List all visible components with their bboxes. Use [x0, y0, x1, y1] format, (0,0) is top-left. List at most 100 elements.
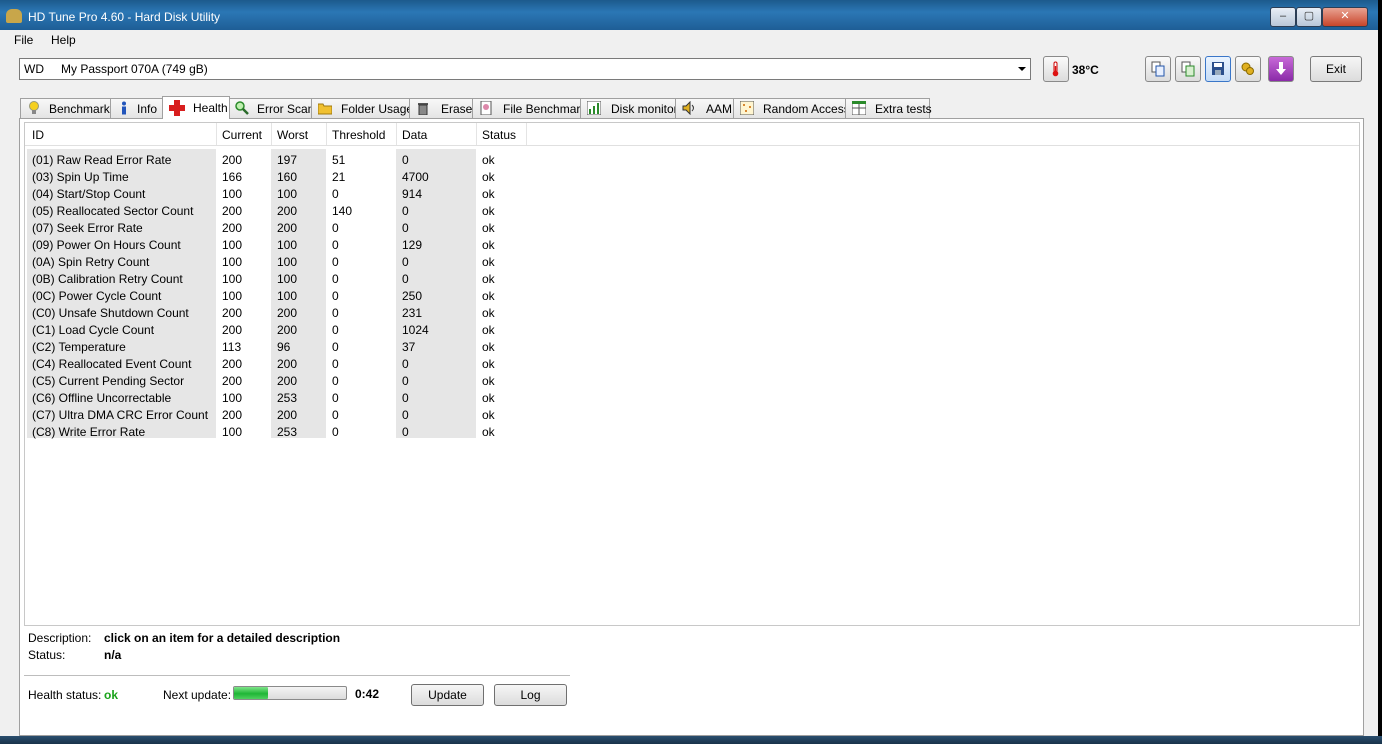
cell-status: ok: [482, 374, 495, 388]
menu-help[interactable]: Help: [51, 33, 76, 47]
table-row[interactable]: (05) Reallocated Sector Count 200 200 140 0 o…: [25, 202, 525, 219]
cell-data: 914: [402, 187, 423, 201]
drive-model: My Passport 070A (749 gB): [61, 62, 208, 76]
cell-current: 200: [222, 153, 243, 167]
tab-label: Health: [193, 101, 228, 115]
col-header-worst[interactable]: Worst: [277, 128, 308, 142]
cell-threshold: 51: [332, 153, 346, 167]
table-row[interactable]: (0A) Spin Retry Count 100 100 0 0 ok: [25, 253, 525, 270]
close-button[interactable]: ✕: [1322, 7, 1368, 27]
cell-current: 100: [222, 255, 243, 269]
table-row[interactable]: (C2) Temperature 113 96 0 37 ok: [25, 338, 525, 355]
tab-label: Error Scan: [257, 102, 315, 116]
save-button[interactable]: [1205, 56, 1231, 82]
cell-status: ok: [482, 255, 495, 269]
col-header-status[interactable]: Status: [482, 128, 516, 142]
tab-erase[interactable]: Erase: [409, 98, 474, 118]
cell-data: 0: [402, 408, 409, 422]
cell-id: (C5) Current Pending Sector: [32, 374, 185, 388]
tab-error-scan[interactable]: Error Scan: [228, 98, 315, 118]
options-button[interactable]: [1235, 56, 1261, 82]
cell-threshold: 0: [332, 425, 339, 439]
tab-aam[interactable]: AAM: [675, 98, 735, 118]
cell-current: 200: [222, 374, 243, 388]
cell-threshold: 0: [332, 306, 339, 320]
cell-id: (04) Start/Stop Count: [32, 187, 146, 201]
cell-worst: 200: [277, 374, 298, 388]
cell-id: (01) Raw Read Error Rate: [32, 153, 172, 167]
cell-id: (C4) Reallocated Event Count: [32, 357, 192, 371]
cell-data: 0: [402, 221, 409, 235]
tab-file-benchmark[interactable]: File Benchmark: [472, 98, 586, 118]
drive-select[interactable]: WD My Passport 070A (749 gB): [19, 58, 1031, 80]
cell-status: ok: [482, 170, 495, 184]
table-row[interactable]: (0C) Power Cycle Count 100 100 0 250 ok: [25, 287, 525, 304]
random-dots-icon: [739, 100, 755, 116]
log-button[interactable]: Log: [494, 684, 567, 706]
health-status-value: ok: [104, 688, 119, 702]
tab-extra-tests[interactable]: Extra tests: [845, 98, 932, 118]
exit-button[interactable]: Exit: [1310, 56, 1362, 82]
cell-worst: 197: [277, 153, 298, 167]
tab-label: Extra tests: [875, 102, 932, 116]
tab-label: Folder Usage: [341, 102, 414, 116]
copy-screenshot-button[interactable]: [1175, 56, 1201, 82]
menu-file[interactable]: File: [14, 33, 33, 47]
title-bar[interactable]: HD Tune Pro 4.60 - Hard Disk Utility – ▢…: [0, 0, 1378, 30]
chevron-down-icon: [1018, 67, 1026, 71]
tab-health[interactable]: Health: [162, 96, 230, 119]
table-row[interactable]: (07) Seek Error Rate 200 200 0 0 ok: [25, 219, 525, 236]
chart-icon: [586, 100, 602, 116]
table-row[interactable]: (03) Spin Up Time 166 160 21 4700 ok: [25, 168, 525, 185]
tab-disk-monitor[interactable]: Disk monitor: [580, 98, 678, 118]
table-row[interactable]: (C0) Unsafe Shutdown Count 200 200 0 231 ok: [25, 304, 525, 321]
cell-status: ok: [482, 238, 495, 252]
tab-label: Random Access: [763, 102, 850, 116]
table-row[interactable]: (01) Raw Read Error Rate 200 197 51 0 ok: [25, 151, 525, 168]
tab-benchmark[interactable]: Benchmark: [20, 98, 112, 118]
table-row[interactable]: (C7) Ultra DMA CRC Error Count 200 200 0 0 ok: [25, 406, 525, 423]
col-header-current[interactable]: Current: [222, 128, 262, 142]
cell-status: ok: [482, 272, 495, 286]
tab-folder-usage[interactable]: Folder Usage: [311, 98, 414, 118]
copy-info-button[interactable]: [1145, 56, 1171, 82]
smart-table[interactable]: ID Current Worst Threshold Data Status (…: [24, 122, 1360, 626]
cell-id: (0B) Calibration Retry Count: [32, 272, 183, 286]
table-row[interactable]: (C8) Write Error Rate 100 253 0 0 ok: [25, 423, 525, 440]
cell-threshold: 0: [332, 289, 339, 303]
download-button[interactable]: [1268, 56, 1294, 82]
cell-status: ok: [482, 391, 495, 405]
description-value: click on an item for a detailed descript…: [104, 631, 341, 645]
table-row[interactable]: (04) Start/Stop Count 100 100 0 914 ok: [25, 185, 525, 202]
cell-id: (09) Power On Hours Count: [32, 238, 181, 252]
cell-worst: 200: [277, 221, 298, 235]
table-row[interactable]: (0B) Calibration Retry Count 100 100 0 0 ok: [25, 270, 525, 287]
table-row[interactable]: (C6) Offline Uncorrectable 100 253 0 0 ok: [25, 389, 525, 406]
cell-threshold: 0: [332, 187, 339, 201]
cell-worst: 200: [277, 204, 298, 218]
table-row[interactable]: (C5) Current Pending Sector 200 200 0 0 ok: [25, 372, 525, 389]
temperature-button[interactable]: [1043, 56, 1069, 82]
cell-data: 0: [402, 357, 409, 371]
table-row[interactable]: (09) Power On Hours Count 100 100 0 129 ok: [25, 236, 525, 253]
cell-id: (07) Seek Error Rate: [32, 221, 143, 235]
minimize-button[interactable]: –: [1270, 7, 1296, 27]
table-row[interactable]: (C4) Reallocated Event Count 200 200 0 0 ok: [25, 355, 525, 372]
cell-status: ok: [482, 357, 495, 371]
col-header-data[interactable]: Data: [402, 128, 427, 142]
cell-data: 1024: [402, 323, 429, 337]
update-button[interactable]: Update: [411, 684, 484, 706]
cell-current: 100: [222, 272, 243, 286]
tab-info[interactable]: Info: [110, 98, 164, 118]
table-row[interactable]: (C1) Load Cycle Count 200 200 0 1024 ok: [25, 321, 525, 338]
cell-worst: 200: [277, 323, 298, 337]
maximize-button[interactable]: ▢: [1296, 7, 1322, 27]
cell-worst: 253: [277, 391, 298, 405]
cell-data: 0: [402, 204, 409, 218]
tab-random-access[interactable]: Random Access: [733, 98, 850, 118]
cell-current: 200: [222, 204, 243, 218]
col-header-threshold[interactable]: Threshold: [332, 128, 385, 142]
cell-id: (C2) Temperature: [32, 340, 126, 354]
col-header-id[interactable]: ID: [32, 128, 44, 142]
file-benchmark-icon: [479, 100, 493, 116]
